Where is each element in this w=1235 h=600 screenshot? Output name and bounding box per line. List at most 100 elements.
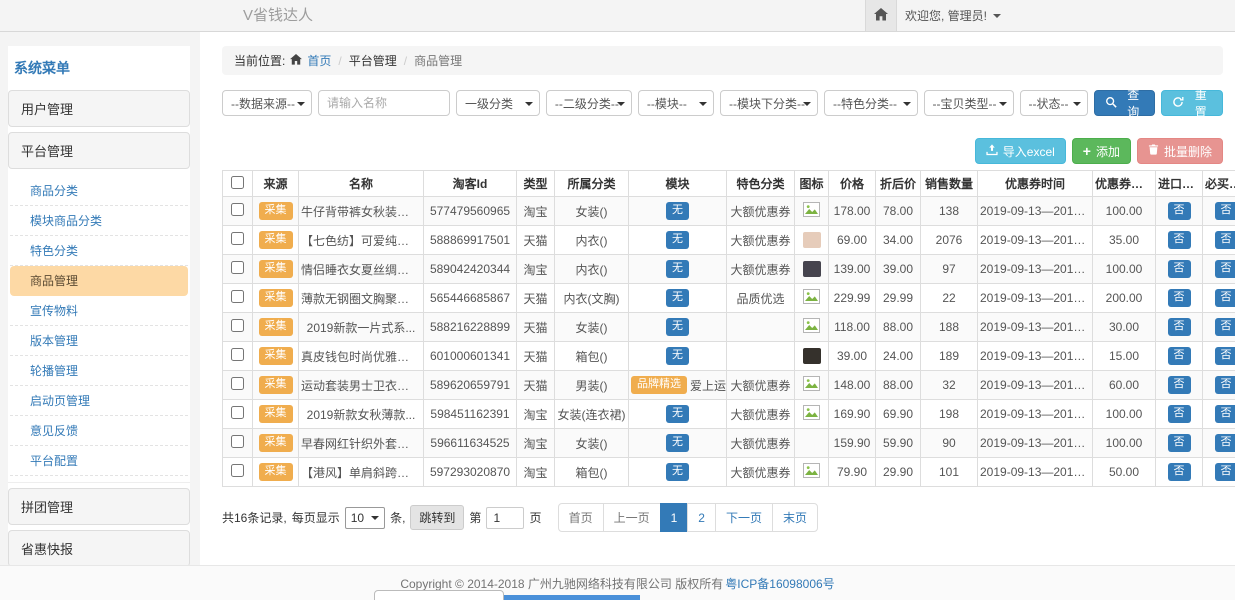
must-buy-toggle[interactable]: 否 — [1215, 405, 1235, 423]
taoke-id-cell: 565446685867 — [424, 284, 517, 313]
import-excel-button[interactable]: 导入excel — [975, 138, 1066, 164]
row-checkbox[interactable] — [231, 319, 244, 332]
sidebar-item-feedback[interactable]: 意见反馈 — [10, 416, 188, 446]
row-checkbox[interactable] — [231, 377, 244, 390]
sidebar-item-carousel-management[interactable]: 轮播管理 — [10, 356, 188, 386]
page-button-下一页[interactable]: 下一页 — [715, 503, 773, 532]
user-menu[interactable]: 欢迎您, 管理员! — [905, 0, 1001, 31]
feature-cell — [727, 342, 795, 371]
sidebar-item-splash-management[interactable]: 启动页管理 — [10, 386, 188, 416]
icp-link[interactable]: 粤ICP备16098006号 — [725, 575, 834, 592]
sidebar-group-groupon-management[interactable]: 拼团管理 — [8, 488, 190, 525]
sidebar-item-promo-materials[interactable]: 宣传物料 — [10, 296, 188, 326]
icon-cell — [795, 458, 829, 487]
row-checkbox[interactable] — [231, 435, 244, 448]
category-cell: 男装() — [555, 371, 629, 400]
must-buy-toggle[interactable]: 否 — [1215, 347, 1235, 365]
filter-bar: --数据来源-- 一级分类 --二级分类-- --模块-- --模块下分类-- … — [222, 90, 1223, 116]
must-buy-toggle[interactable]: 否 — [1215, 434, 1235, 452]
page-button-首页[interactable]: 首页 — [558, 503, 604, 532]
row-checkbox[interactable] — [231, 464, 244, 477]
per-page-select[interactable]: 10 — [345, 507, 385, 529]
category-cell: 内衣(文胸) — [555, 284, 629, 313]
page-button-末页[interactable]: 末页 — [772, 503, 818, 532]
module-sub-select[interactable]: --模块下分类-- — [720, 90, 818, 116]
plus-icon: + — [1083, 144, 1091, 158]
sidebar-item-goods-management[interactable]: 商品管理 — [10, 266, 188, 296]
name-cell: 2019新款女秋薄款... — [299, 400, 424, 429]
category-cell: 内衣() — [555, 255, 629, 284]
breadcrumb-home-link[interactable]: 首页 — [307, 52, 331, 69]
data-source-select[interactable]: --数据来源-- — [222, 90, 312, 116]
sidebar-group-platform-management[interactable]: 平台管理 — [8, 132, 190, 169]
header-home-button[interactable] — [865, 0, 897, 31]
must-buy-toggle[interactable]: 否 — [1215, 202, 1235, 220]
reset-button[interactable]: 重置 — [1161, 90, 1223, 116]
import-select-toggle[interactable]: 否 — [1168, 289, 1191, 307]
search-button[interactable]: 查询 — [1094, 90, 1156, 116]
row-checkbox[interactable] — [231, 261, 244, 274]
select-all-checkbox[interactable] — [231, 176, 244, 189]
row-checkbox[interactable] — [231, 290, 244, 303]
jump-button[interactable]: 跳转到 — [410, 505, 464, 530]
row-checkbox[interactable] — [231, 232, 244, 245]
table-row: 采集牛仔背带裤女秋装减龄...577479560965淘宝女装()无大额优惠券1… — [223, 197, 1235, 226]
must-buy-toggle[interactable]: 否 — [1215, 463, 1235, 481]
copyright-text: Copyright © 2014-2018 广州九驰网络科技有限公司 版权所有 — [400, 575, 723, 592]
import-select-toggle[interactable]: 否 — [1168, 260, 1191, 278]
column-header: 优惠券金额 — [1093, 171, 1156, 197]
batch-delete-button[interactable]: 批量删除 — [1137, 138, 1223, 164]
feature-cell: 大额优惠券 — [727, 226, 795, 255]
import-select-toggle[interactable]: 否 — [1168, 434, 1191, 452]
page-number-input[interactable] — [486, 507, 524, 529]
discount-price-cell: 39.00 — [876, 255, 921, 284]
must-buy-cell: 否 — [1203, 458, 1235, 487]
page-button-上一页[interactable]: 上一页 — [603, 503, 661, 532]
item-type-select[interactable]: --宝贝类型-- — [924, 90, 1014, 116]
add-button[interactable]: + 添加 — [1072, 138, 1131, 164]
sidebar-item-module-goods-category[interactable]: 模块商品分类 — [10, 206, 188, 236]
module-select[interactable]: --模块-- — [638, 90, 714, 116]
page-button-2[interactable]: 2 — [687, 503, 716, 532]
sidebar-group-savings-express[interactable]: 省惠快报 — [8, 530, 190, 565]
row-checkbox[interactable] — [231, 348, 244, 361]
discount-price-cell: 29.99 — [876, 284, 921, 313]
import-select-toggle[interactable]: 否 — [1168, 347, 1191, 365]
sidebar-item-version-management[interactable]: 版本管理 — [10, 326, 188, 356]
column-header: 必买清单 — [1203, 171, 1235, 197]
feature-select[interactable]: --特色分类-- — [824, 90, 918, 116]
coupon-amount-cell: 50.00 — [1093, 458, 1156, 487]
category2-select[interactable]: --二级分类-- — [546, 90, 632, 116]
import-select-toggle[interactable]: 否 — [1168, 318, 1191, 336]
status-select[interactable]: --状态-- — [1020, 90, 1088, 116]
sidebar-item-platform-config[interactable]: 平台配置 — [10, 446, 188, 476]
main-content: 当前位置: 首页 / 平台管理 / 商品管理 --数据来源-- 一级分类 --二… — [200, 32, 1235, 565]
row-checkbox[interactable] — [231, 203, 244, 216]
category1-select[interactable]: 一级分类 — [456, 90, 540, 116]
feature-cell: 大额优惠券 — [727, 255, 795, 284]
source-badge: 采集 — [259, 202, 293, 220]
breadcrumb-separator: / — [402, 54, 409, 68]
module-cell: 无 — [629, 400, 727, 429]
sidebar-item-feature-category[interactable]: 特色分类 — [10, 236, 188, 266]
must-buy-toggle[interactable]: 否 — [1215, 231, 1235, 249]
must-buy-toggle[interactable]: 否 — [1215, 376, 1235, 394]
name-search-input[interactable] — [318, 90, 450, 116]
import-select-toggle[interactable]: 否 — [1168, 463, 1191, 481]
import-select-toggle[interactable]: 否 — [1168, 202, 1191, 220]
sidebar-item-goods-category[interactable]: 商品分类 — [10, 176, 188, 206]
must-buy-toggle[interactable]: 否 — [1215, 289, 1235, 307]
import-select-toggle[interactable]: 否 — [1168, 405, 1191, 423]
sidebar-group-user-management[interactable]: 用户管理 — [8, 90, 190, 127]
table-row: 采集2019新款女秋薄款...598451162391淘宝女装(连衣裙)无大额优… — [223, 400, 1235, 429]
home-icon — [290, 54, 302, 68]
must-buy-toggle[interactable]: 否 — [1215, 260, 1235, 278]
import-select-toggle[interactable]: 否 — [1168, 376, 1191, 394]
must-buy-toggle[interactable]: 否 — [1215, 318, 1235, 336]
row-checkbox[interactable] — [231, 406, 244, 419]
must-buy-cell: 否 — [1203, 197, 1235, 226]
import-select-toggle[interactable]: 否 — [1168, 231, 1191, 249]
module-cell: 无 — [629, 458, 727, 487]
module-badge: 无 — [666, 434, 689, 452]
page-button-1[interactable]: 1 — [660, 503, 689, 532]
